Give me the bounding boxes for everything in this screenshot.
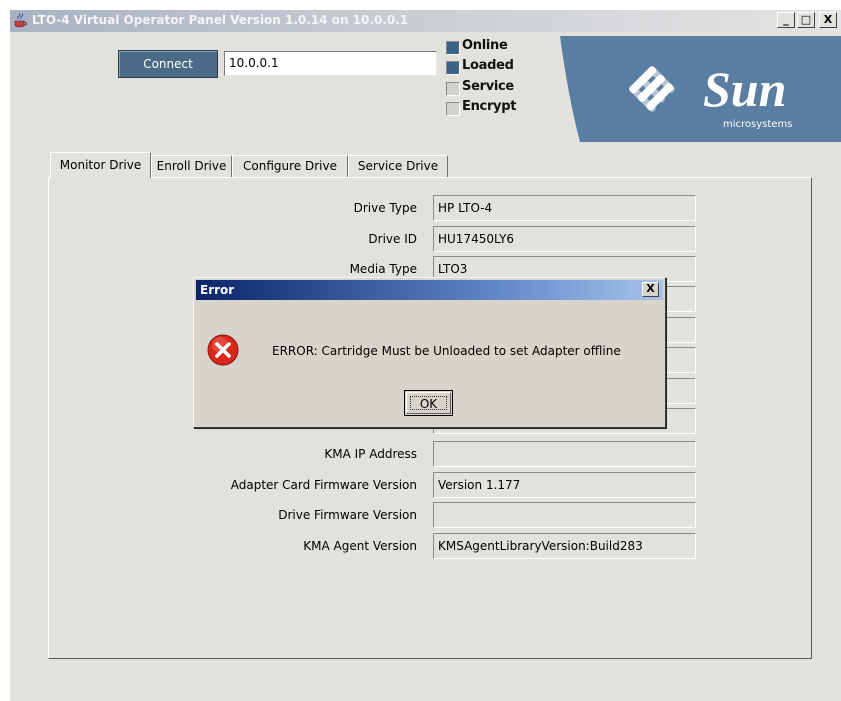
field-drive-id: Drive ID HU17450LY6 bbox=[10, 226, 841, 254]
field-label: Adapter Card Firmware Version bbox=[230, 478, 417, 492]
java-cup-icon bbox=[14, 13, 27, 28]
dialog-title-bar[interactable]: Error X bbox=[196, 280, 663, 300]
status-label: Online bbox=[462, 38, 508, 53]
dialog-title: Error bbox=[200, 283, 235, 297]
field-drive-firmware: Drive Firmware Version bbox=[10, 502, 841, 530]
app-window: LTO-4 Virtual Operator Panel Version 1.0… bbox=[10, 10, 841, 701]
logo-tagline: microsystems bbox=[723, 119, 792, 130]
error-icon bbox=[207, 334, 239, 366]
status-label: Loaded bbox=[462, 58, 514, 73]
logo-wordmark: Sun bbox=[703, 61, 786, 117]
status-indicator bbox=[446, 61, 460, 75]
field-value bbox=[433, 441, 696, 467]
ip-address-input[interactable]: 10.0.0.1 bbox=[224, 51, 437, 76]
field-kma-ip-address: KMA IP Address bbox=[10, 441, 841, 469]
title-bar[interactable]: LTO-4 Virtual Operator Panel Version 1.0… bbox=[10, 10, 841, 32]
field-kma-agent-version: KMA Agent Version KMSAgentLibraryVersion… bbox=[10, 533, 841, 561]
close-window-button[interactable]: X bbox=[819, 12, 837, 28]
error-message: ERROR: Cartridge Must be Unloaded to set… bbox=[272, 344, 621, 358]
field-label: KMA IP Address bbox=[324, 447, 417, 461]
field-label: Media Type bbox=[349, 262, 417, 276]
field-value: Version 1.177 bbox=[433, 472, 696, 498]
status-indicator bbox=[446, 82, 460, 96]
window-title: LTO-4 Virtual Operator Panel Version 1.0… bbox=[32, 13, 409, 27]
field-value: HU17450LY6 bbox=[433, 226, 696, 252]
tab-configure-drive[interactable]: Configure Drive bbox=[232, 155, 348, 177]
field-label: Drive Firmware Version bbox=[278, 508, 417, 522]
ok-button-label: OK bbox=[410, 396, 447, 411]
field-value bbox=[433, 502, 696, 528]
field-value: KMSAgentLibraryVersion:Build283 bbox=[433, 533, 696, 559]
sun-microsystems-logo: Sun microsystems bbox=[560, 36, 841, 142]
minimize-button[interactable]: _ bbox=[777, 12, 795, 28]
tab-service-drive[interactable]: Service Drive bbox=[348, 155, 448, 177]
field-value: HP LTO-4 bbox=[433, 195, 696, 221]
status-label: Service bbox=[462, 79, 514, 94]
connect-button[interactable]: Connect bbox=[118, 50, 218, 78]
ok-button-bevel: OK bbox=[406, 392, 451, 414]
error-dialog: Error X ERROR: Cartridge Must be Unloade… bbox=[193, 277, 666, 428]
dialog-close-button[interactable]: X bbox=[642, 282, 659, 297]
field-label: Drive Type bbox=[353, 201, 417, 215]
tab-enroll-drive[interactable]: Enroll Drive bbox=[151, 155, 232, 177]
ok-button[interactable]: OK bbox=[404, 390, 453, 416]
status-indicator bbox=[446, 41, 460, 55]
tab-monitor-drive[interactable]: Monitor Drive bbox=[50, 152, 151, 178]
field-label: KMA Agent Version bbox=[303, 539, 417, 553]
field-drive-type: Drive Type HP LTO-4 bbox=[10, 195, 841, 223]
field-label: Drive ID bbox=[368, 232, 417, 246]
status-label: Encrypt bbox=[462, 99, 517, 114]
maximize-button[interactable]: □ bbox=[797, 12, 815, 28]
status-indicator bbox=[446, 102, 460, 116]
field-adapter-firmware: Adapter Card Firmware Version Version 1.… bbox=[10, 472, 841, 500]
